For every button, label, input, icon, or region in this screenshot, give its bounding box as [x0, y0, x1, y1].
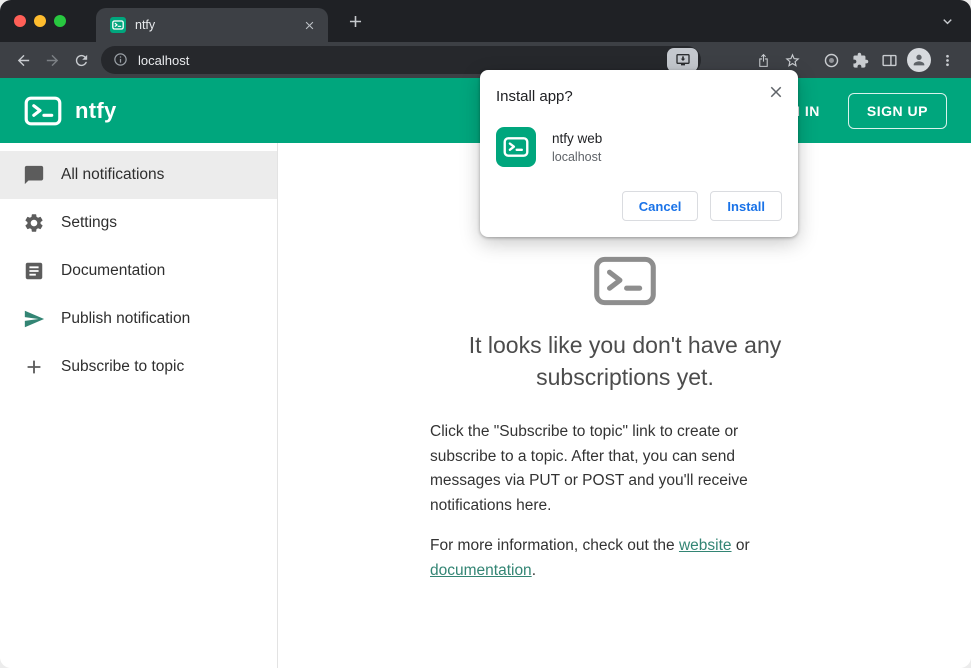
dialog-title: Install app? [496, 88, 573, 105]
sidebar-item-subscribe-to-topic[interactable]: Subscribe to topic [0, 343, 277, 391]
sidebar-item-label: Subscribe to topic [61, 358, 185, 375]
dialog-buttons: Cancel Install [496, 191, 782, 221]
install-button[interactable]: Install [710, 191, 782, 221]
avatar [906, 48, 931, 72]
more-info-middle: or [731, 537, 750, 555]
dialog-app-texts: ntfy web localhost [552, 131, 602, 164]
tab-title: ntfy [135, 18, 156, 32]
cancel-button[interactable]: Cancel [621, 191, 699, 221]
dialog-app-name: ntfy web [552, 130, 603, 146]
browser-titlebar: ntfy [0, 0, 971, 42]
window-minimize-button[interactable] [34, 15, 46, 27]
sidebar-item-label: Documentation [61, 262, 166, 279]
empty-state-more-info: For more information, check out the webs… [430, 534, 782, 583]
window-zoom-button[interactable] [54, 15, 66, 27]
install-app-dialog: Install app? ntfy web localhost Cancel I… [480, 70, 798, 237]
sidebar-item-label: All notifications [61, 166, 165, 183]
ntfy-favicon-icon [110, 17, 126, 33]
browser-tab[interactable]: ntfy [96, 8, 328, 42]
sidebar-item-settings[interactable]: Settings [0, 199, 277, 247]
ntfy-app-icon [496, 127, 536, 167]
sidebar-item-label: Publish notification [61, 310, 191, 327]
back-icon[interactable] [10, 47, 37, 74]
gear-icon [23, 212, 45, 234]
more-info-suffix: . [531, 561, 536, 579]
side-panel-icon[interactable] [876, 47, 903, 74]
sidebar-item-all-notifications[interactable]: All notifications [0, 151, 277, 199]
website-link[interactable]: website [679, 537, 732, 554]
sidebar-item-label: Settings [61, 214, 118, 231]
window-close-button[interactable] [14, 15, 26, 27]
forward-icon[interactable] [39, 47, 66, 74]
sign-up-button[interactable]: SIGN UP [847, 92, 947, 129]
tab-search-chevron-icon[interactable] [939, 13, 956, 30]
install-app-icon[interactable] [667, 48, 698, 72]
documentation-link[interactable]: documentation [430, 562, 532, 579]
empty-state-paragraph: Click the "Subscribe to topic" link to c… [430, 423, 748, 514]
dialog-app-origin: localhost [552, 149, 602, 164]
ntfy-logo-icon [24, 92, 62, 130]
plus-icon [23, 356, 45, 378]
menu-dots-icon[interactable] [934, 47, 961, 74]
site-info-icon[interactable] [113, 52, 129, 68]
new-tab-icon[interactable] [346, 12, 365, 31]
ntfy-terminal-icon [430, 249, 820, 313]
app-title: ntfy [75, 97, 117, 123]
empty-state-heading: It looks like you don't have any subscri… [468, 332, 782, 391]
dialog-app-row: ntfy web localhost [496, 127, 782, 167]
url-text: localhost [138, 52, 190, 68]
send-icon [23, 308, 45, 330]
chat-bubble-icon [23, 164, 45, 186]
extension-badge-icon[interactable] [818, 47, 845, 74]
sidebar-item-publish-notification[interactable]: Publish notification [0, 295, 277, 343]
profile-avatar-icon[interactable] [905, 47, 932, 74]
extensions-puzzle-icon[interactable] [847, 47, 874, 74]
article-icon [23, 260, 45, 282]
browser-window: ntfy localhost ntfy IN SIGN UP All notif… [0, 0, 971, 668]
more-info-prefix: For more information, check out the [430, 537, 679, 555]
reload-icon[interactable] [68, 47, 95, 74]
dialog-close-icon[interactable] [767, 83, 785, 101]
sidebar-item-documentation[interactable]: Documentation [0, 247, 277, 295]
tab-close-icon[interactable] [301, 17, 318, 34]
sidebar: All notifications Settings Documentation… [0, 143, 278, 668]
